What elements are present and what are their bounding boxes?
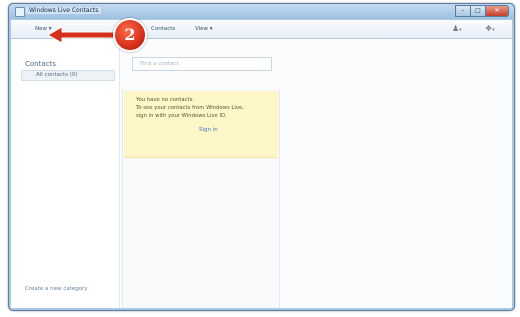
maximize-button[interactable]: □ — [470, 5, 485, 17]
app-window: Windows Live Contacts – □ ✕ New ▾ Contac… — [8, 3, 515, 311]
search-placeholder: Find a contact — [140, 61, 179, 67]
notice-line: To see your contacts from Windows Live, — [136, 105, 244, 111]
window-title: Windows Live Contacts — [26, 7, 102, 14]
notice-line: sign in with your Windows Live ID. — [136, 113, 227, 119]
close-button[interactable]: ✕ — [485, 5, 509, 17]
sign-in-link[interactable]: Sign in — [199, 127, 218, 133]
view-menu[interactable]: View ▾ — [195, 26, 213, 32]
help-icon[interactable]: ❖▾ — [485, 24, 495, 33]
search-input[interactable]: Find a contact — [132, 57, 272, 71]
sidebar: Contacts All contacts (0) Create a new c… — [11, 39, 120, 308]
callout-step-badge: 2 — [113, 18, 147, 52]
sidebar-title: Contacts — [25, 60, 56, 68]
contacts-menu[interactable]: Contacts — [151, 26, 175, 32]
sidebar-item-all-contacts[interactable]: All contacts (0) — [21, 70, 115, 81]
user-icon[interactable]: ♟▾ — [452, 24, 462, 33]
no-contacts-notice: You have no contacts. To see your contac… — [124, 91, 278, 158]
minimize-button[interactable]: – — [455, 5, 470, 17]
window-controls: – □ ✕ — [455, 5, 509, 17]
contact-list-panel: You have no contacts. To see your contac… — [122, 89, 280, 308]
app-icon — [15, 7, 25, 17]
title-bar[interactable]: Windows Live Contacts – □ ✕ — [9, 4, 514, 19]
create-category-link[interactable]: Create a new category — [25, 286, 88, 292]
main-content: Contacts All contacts (0) Create a new c… — [11, 39, 512, 308]
notice-line: You have no contacts. — [136, 97, 195, 103]
sidebar-item-label: All contacts (0) — [36, 72, 78, 78]
